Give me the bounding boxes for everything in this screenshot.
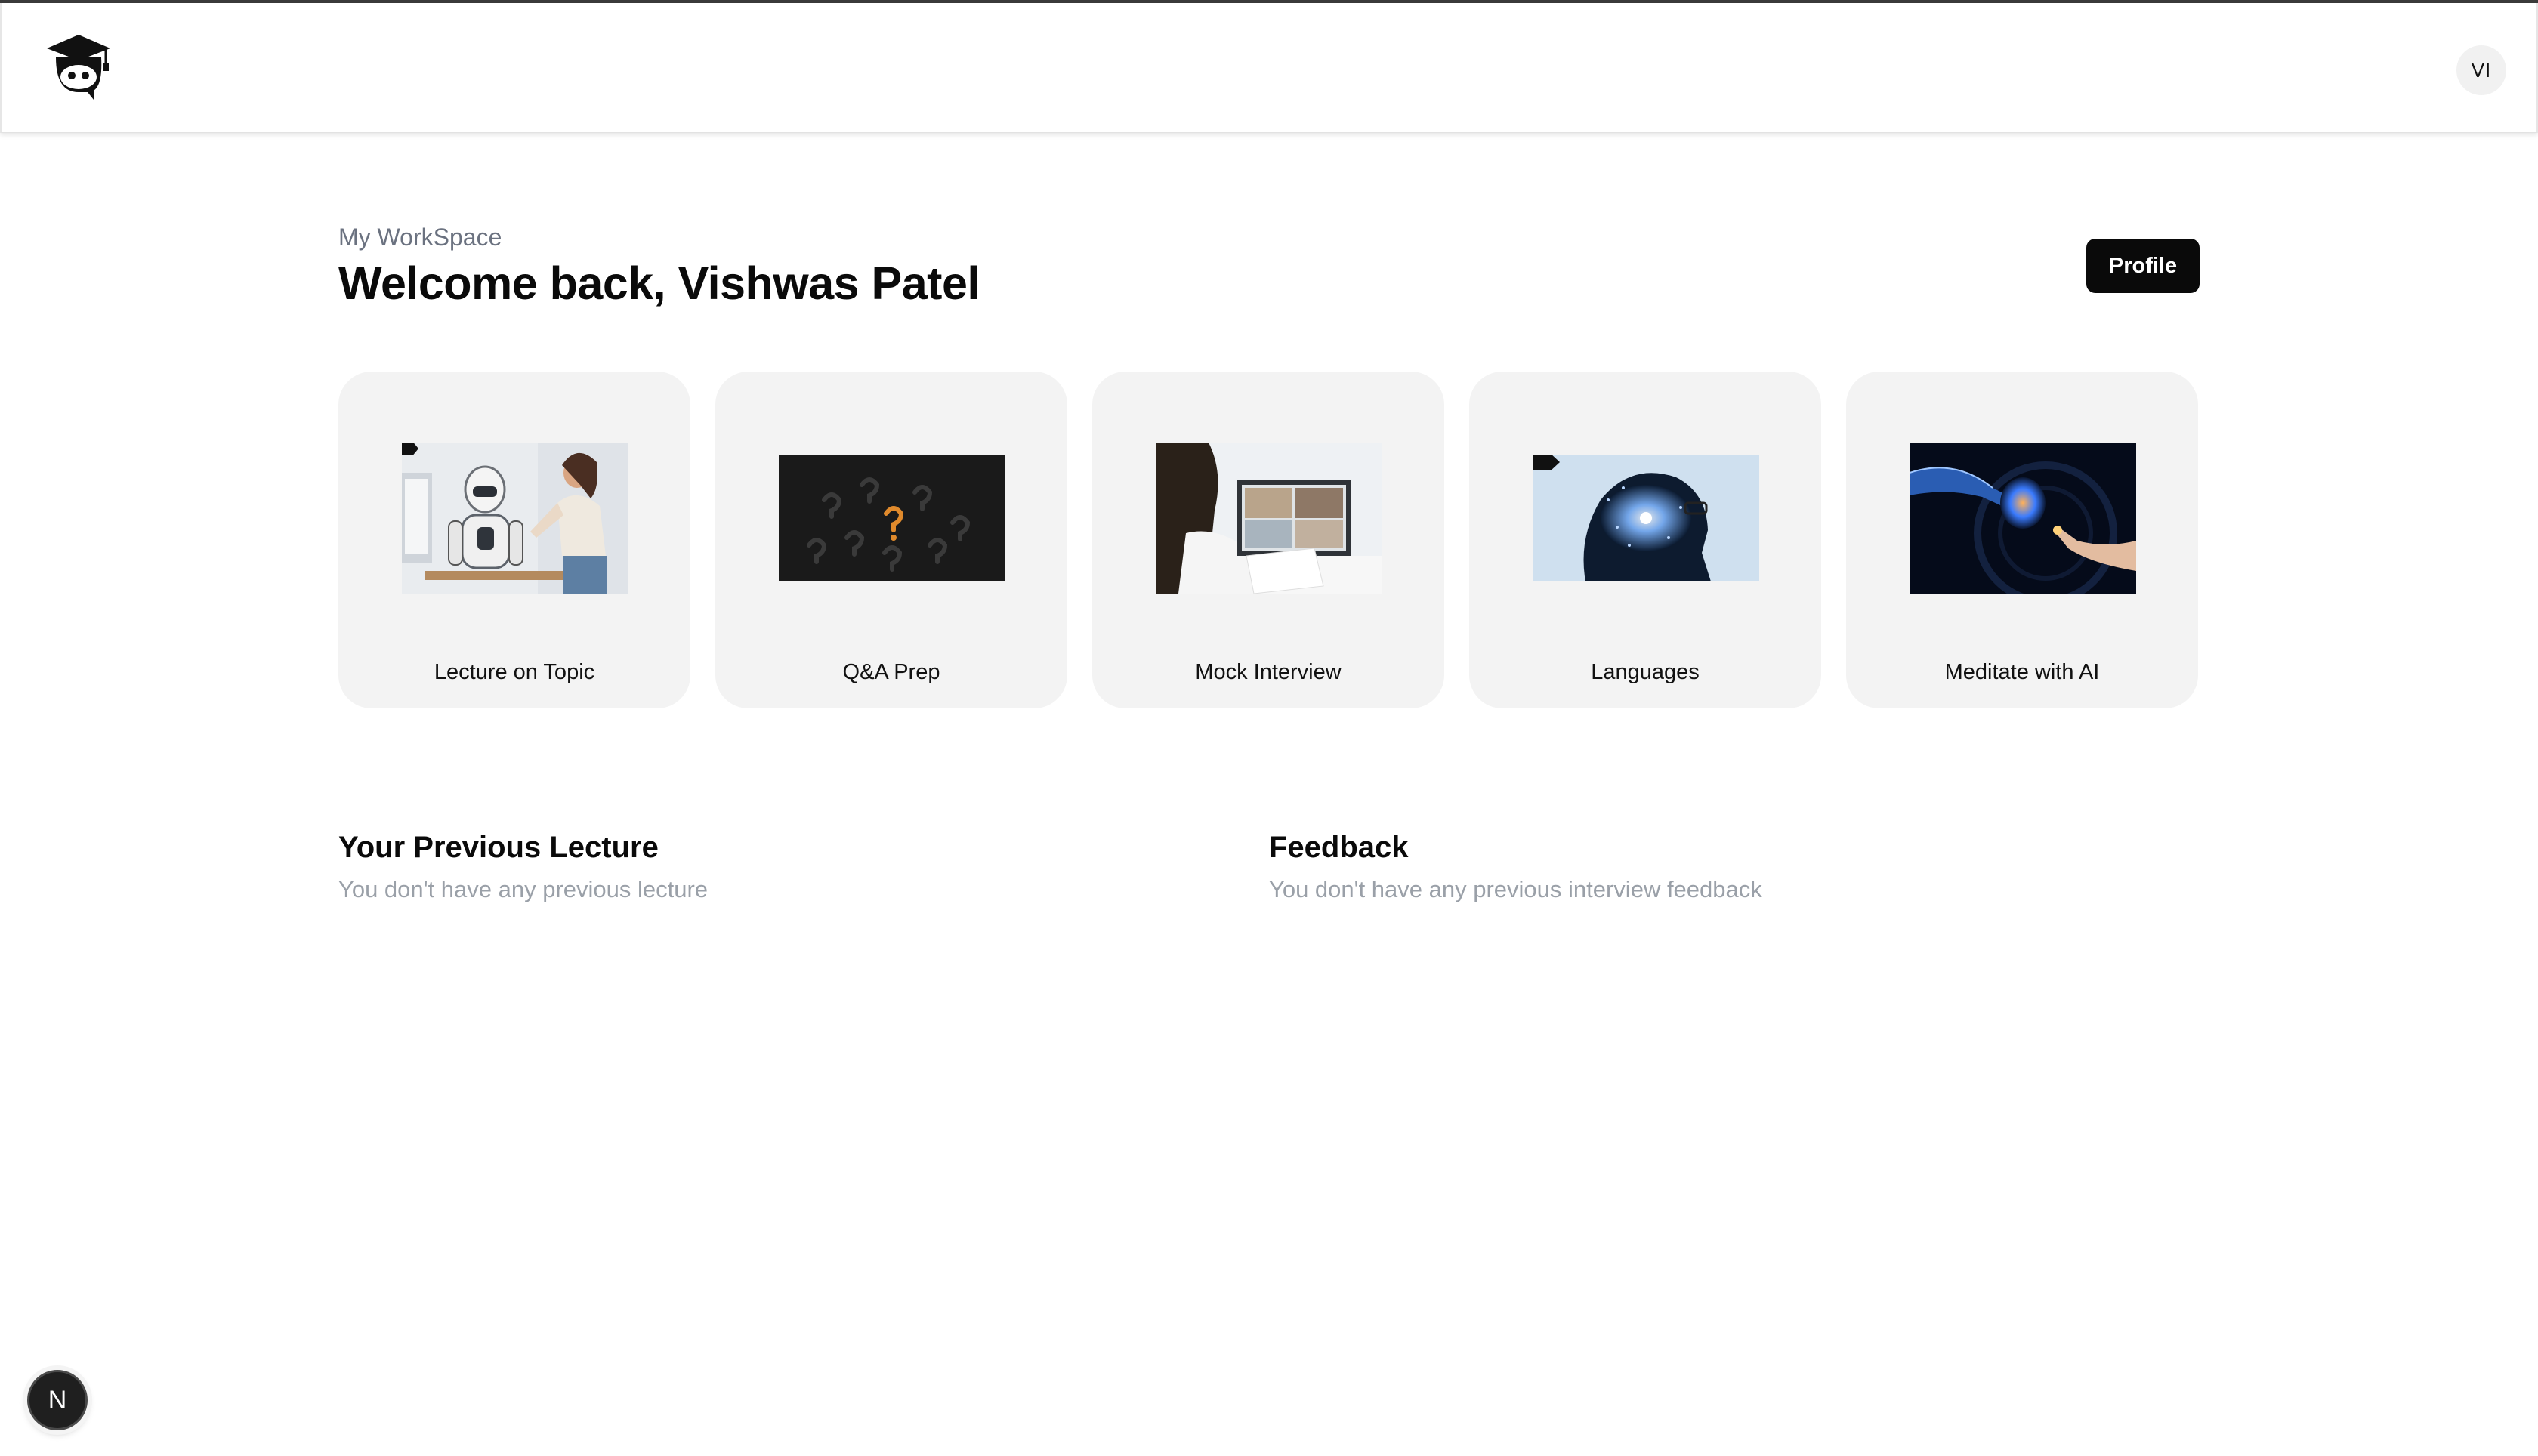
card-meditate-with-ai[interactable]: Meditate with AI [1846,372,2198,708]
previous-lecture-title: Your Previous Lecture [338,831,659,864]
card-label: Q&A Prep [842,660,940,684]
dev-tools-badge[interactable]: N [27,1370,88,1430]
app-header: VI [0,3,2538,133]
card-label: Meditate with AI [1944,660,2100,684]
digital-head-image [1533,455,1759,581]
card-lecture-on-topic[interactable]: Lecture on Topic [338,372,690,708]
mascot-graduation-cap-icon[interactable] [45,32,112,101]
robot-and-woman-image [402,443,628,594]
card-languages[interactable]: Languages [1469,372,1821,708]
card-label: Languages [1591,660,1700,684]
previous-lecture-empty-text: You don't have any previous lecture [338,876,709,902]
feedback-title: Feedback [1269,831,1409,864]
feature-cards: Lecture on Topic Q&A Prep Mock Interview… [338,372,2200,708]
workspace-label: My WorkSpace [338,224,502,251]
card-mock-interview[interactable]: Mock Interview [1092,372,1444,708]
card-qa-prep[interactable]: Q&A Prep [715,372,1067,708]
card-label: Mock Interview [1195,660,1342,684]
feedback-empty-text: You don't have any previous interview fe… [1269,876,1762,902]
robot-hand-brain-image [1910,443,2136,594]
card-label: Lecture on Topic [434,660,595,684]
page-title: Welcome back, Vishwas Patel [338,258,980,309]
user-avatar[interactable]: VI [2456,45,2506,95]
question-marks-image [779,455,1005,581]
profile-button[interactable]: Profile [2086,239,2200,293]
video-call-interview-image [1156,443,1382,594]
